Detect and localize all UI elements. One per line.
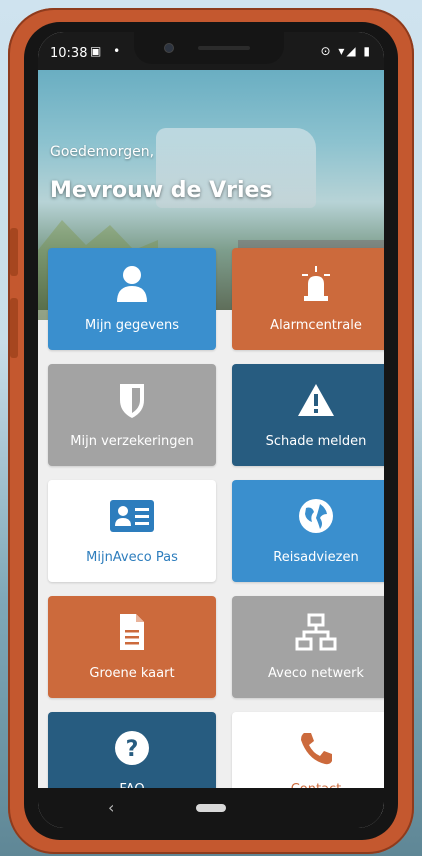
phone-icon [232, 728, 384, 768]
tile-label: MijnAveco Pas [86, 550, 178, 565]
document-icon [48, 612, 216, 652]
home-button[interactable] [196, 804, 226, 812]
shield-icon [48, 380, 216, 420]
id-card-icon [48, 496, 216, 536]
tile-label: Mijn verzekeringen [70, 434, 194, 449]
camera-icon [164, 43, 174, 53]
warning-icon [232, 380, 384, 420]
status-time: 10:38 [50, 46, 88, 61]
tile-mijn-verzekeringen[interactable]: Mijn verzekeringen [48, 364, 216, 466]
phone-bezel: 10:38 ▣ • ⊙ ▾◢ ▮ Goedemorgen, Mevrouw de… [24, 22, 398, 840]
volume-button [10, 228, 18, 276]
notification-icons: ▣ • [90, 44, 125, 58]
speaker-grille [198, 46, 250, 50]
globe-icon [232, 496, 384, 536]
android-nav-bar: ‹ [38, 788, 384, 828]
tile-label: Schade melden [265, 434, 367, 449]
tile-reisadviezen[interactable]: Reisadviezen [232, 480, 384, 582]
tile-mijnaveco-pas[interactable]: MijnAveco Pas [48, 480, 216, 582]
tile-label: Groene kaart [89, 666, 175, 681]
tile-label: Alarmcentrale [270, 318, 362, 333]
tile-alarmcentrale[interactable]: Alarmcentrale [232, 248, 384, 350]
system-icons: ⊙ ▾◢ ▮ [320, 44, 372, 58]
power-button [10, 298, 18, 358]
user-icon [48, 264, 216, 304]
siren-icon [232, 264, 384, 304]
phone-frame: 10:38 ▣ • ⊙ ▾◢ ▮ Goedemorgen, Mevrouw de… [8, 8, 414, 854]
question-icon: ? [48, 728, 216, 768]
camera-notch [134, 32, 284, 64]
network-icon [232, 612, 384, 652]
tile-label: Reisadviezen [273, 550, 359, 565]
svg-text:?: ? [126, 737, 139, 762]
tile-label: Mijn gegevens [84, 318, 179, 333]
tile-aveco-netwerk[interactable]: Aveco netwerk [232, 596, 384, 698]
tile-label: Aveco netwerk [268, 666, 364, 681]
greeting-text: Goedemorgen, [50, 144, 155, 160]
tile-schade-melden[interactable]: Schade melden [232, 364, 384, 466]
app-screen: 10:38 ▣ • ⊙ ▾◢ ▮ Goedemorgen, Mevrouw de… [38, 32, 384, 828]
back-button[interactable]: ‹ [108, 798, 114, 817]
tile-groene-kaart[interactable]: Groene kaart [48, 596, 216, 698]
user-name: Mevrouw de Vries [50, 178, 273, 203]
tile-mijn-gegevens[interactable]: Mijn gegevens [48, 248, 216, 350]
